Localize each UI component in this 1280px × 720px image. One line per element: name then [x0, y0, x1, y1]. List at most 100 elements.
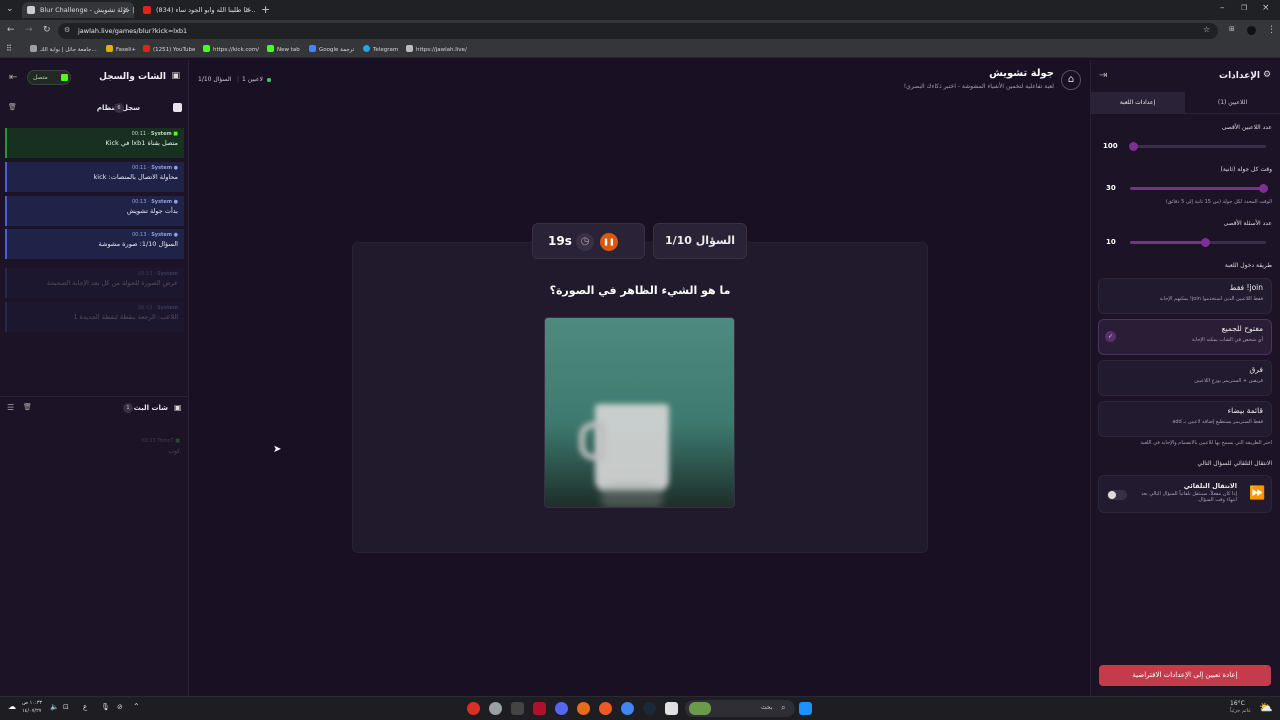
- window-close-icon[interactable]: ×: [1262, 3, 1270, 13]
- reload-icon[interactable]: ↻: [43, 25, 51, 35]
- question-label-badge: السؤال 1/10: [653, 223, 747, 259]
- chevron-up-icon[interactable]: ⌃: [133, 702, 140, 711]
- check-icon: ✓: [1105, 331, 1116, 342]
- trash-icon[interactable]: 🗑: [8, 103, 17, 111]
- brave-icon[interactable]: [599, 702, 612, 715]
- clock-time[interactable]: ١٠:٣٣ ص: [22, 700, 42, 706]
- forward-icon[interactable]: →: [25, 25, 33, 35]
- discord-icon[interactable]: [555, 702, 568, 715]
- microphone-icon[interactable]: 🎙: [101, 703, 110, 711]
- tab-blur-challenge[interactable]: Blur Challenge - جولة تشويش | ×: [22, 2, 134, 18]
- minimize-icon[interactable]: –: [1220, 3, 1225, 13]
- auto-next-toggle[interactable]: [1107, 490, 1127, 500]
- back-icon[interactable]: ←: [7, 25, 15, 35]
- bookmark-item[interactable]: https://jawlah.live/: [406, 45, 467, 53]
- tab-youtube[interactable]: (834) حنا طلبنا الله وابو الجود ساء... ×: [138, 2, 256, 18]
- log-entry: 00:13 · System ● السؤال 1/10: صورة مشوشة: [5, 229, 184, 259]
- bookmark-item[interactable]: Telegram: [363, 45, 398, 53]
- panel-title: الشات والسجل: [99, 72, 166, 82]
- apps-grid-icon[interactable]: ⠿: [6, 44, 12, 53]
- clock-date[interactable]: ١٤/٠٧/٢٧: [22, 708, 41, 714]
- network-icon[interactable]: ⊡: [63, 703, 69, 711]
- site-info-icon[interactable]: ⚙: [64, 26, 70, 34]
- url-text: jawlah.live/games/blur?kick=lxb1: [78, 27, 188, 35]
- file-explorer-icon[interactable]: [665, 702, 678, 715]
- clock-icon: ◷: [576, 233, 594, 251]
- max-questions-value: 10: [1106, 238, 1116, 246]
- menu-icon[interactable]: ⋮: [1267, 25, 1276, 35]
- toggle-knob: [1108, 491, 1116, 499]
- slider-thumb[interactable]: [1128, 142, 1138, 151]
- tab-title: Blur Challenge - جولة تشويش |: [40, 6, 134, 14]
- chrome-icon[interactable]: [621, 702, 634, 715]
- round-time-label: وقت كل جولة (ثانية): [1220, 166, 1272, 173]
- weather-icon[interactable]: ☁: [8, 702, 16, 711]
- url-field[interactable]: ⚙ jawlah.live/games/blur?kick=lxb1 ☆: [58, 23, 1218, 39]
- close-icon[interactable]: ×: [244, 5, 251, 14]
- bookmark-item[interactable]: Faseli+: [106, 45, 136, 53]
- close-icon[interactable]: ×: [122, 5, 129, 14]
- new-tab-icon[interactable]: +: [261, 3, 270, 16]
- tab-title: (834) حنا طلبنا الله وابو الجود ساء...: [156, 6, 256, 14]
- firefox-icon[interactable]: [577, 702, 590, 715]
- tab-game-settings[interactable]: إعدادات اللعبة: [1090, 92, 1185, 114]
- reset-defaults-button[interactable]: إعادة تعيين إلى الإعدادات الافتراضية: [1099, 665, 1271, 686]
- round-time-value: 30: [1106, 184, 1116, 192]
- chat-icon: ▣: [171, 71, 180, 81]
- mode-option-whitelist[interactable]: قائمة بيضاء فقط الستريمر يستطيع إضافة لا…: [1098, 401, 1272, 437]
- globe-icon: [30, 45, 37, 52]
- collapse-panel-icon[interactable]: ⇥: [1099, 70, 1107, 81]
- pause-button[interactable]: ❚❚: [600, 233, 618, 251]
- jawlah-favicon-icon: [27, 6, 35, 14]
- input-language[interactable]: ع: [83, 703, 87, 711]
- round-time-slider[interactable]: [1130, 184, 1269, 193]
- taskbar-search[interactable]: بحث ⌕: [685, 700, 795, 717]
- app-icon[interactable]: [467, 702, 480, 715]
- search-highlight-image: [689, 702, 711, 715]
- max-questions-slider[interactable]: [1130, 238, 1266, 247]
- windows-start-icon[interactable]: [799, 702, 812, 715]
- partly-cloudy-icon[interactable]: ⛅: [1259, 701, 1273, 714]
- mode-option-teams[interactable]: فرق فريقين + الستريمر يوزع اللاعبين: [1098, 360, 1272, 396]
- bookmark-item[interactable]: (1251) YouTube: [143, 45, 195, 53]
- mode-hint: اختر الطريقة التي يسمح بها للاعبين بالان…: [1140, 440, 1272, 446]
- extensions-icon[interactable]: ⊞: [1229, 25, 1235, 33]
- home-button[interactable]: ⌂: [1061, 70, 1081, 90]
- log-entry: 00:13 · System ● بدأت جولة تشويش: [5, 196, 184, 226]
- steam-icon[interactable]: [643, 702, 656, 715]
- max-players-value: 100: [1103, 142, 1118, 150]
- mode-option-open[interactable]: ✓ مفتوح للجميع أي شخص في الشات يمكنه الإ…: [1098, 319, 1272, 355]
- collapse-panel-icon[interactable]: ⇤: [9, 72, 17, 83]
- notifications-off-icon[interactable]: ⊘: [117, 703, 123, 711]
- tab-players[interactable]: اللاعبين (1): [1185, 92, 1280, 114]
- google-translate-icon: [309, 45, 316, 52]
- auto-next-card: الانتقال التلقائي إذا كان مفعلاً، سينتقل…: [1098, 475, 1272, 513]
- volume-icon[interactable]: 🔈: [50, 703, 59, 711]
- settings-app-icon[interactable]: [489, 702, 502, 715]
- faselhd-icon: [106, 45, 113, 52]
- maximize-icon[interactable]: ❐: [1241, 4, 1247, 12]
- bookmark-item[interactable]: جامعة حائل | بوابة الك...: [30, 45, 97, 53]
- max-players-slider[interactable]: [1128, 142, 1266, 151]
- tab-list-icon[interactable]: ⌄: [6, 4, 14, 14]
- weather-desc[interactable]: غائم جزئياً: [1230, 708, 1251, 714]
- log-entry: 00:13 · System اللاعب: الرجعة بنقطة لنقط…: [5, 302, 184, 332]
- slider-fill: [1130, 187, 1264, 190]
- bookmark-star-icon[interactable]: ☆: [1203, 25, 1210, 34]
- trash-icon[interactable]: 🗑: [23, 403, 32, 411]
- filter-icon[interactable]: ☰: [7, 403, 14, 412]
- info-icon: ●: [173, 165, 178, 171]
- bookmark-item[interactable]: https://kick.com/: [203, 45, 259, 53]
- profile-avatar[interactable]: [1247, 26, 1256, 35]
- acrobat-icon[interactable]: [533, 702, 546, 715]
- calculator-icon[interactable]: [511, 702, 524, 715]
- weather-temp[interactable]: 16°C: [1230, 700, 1245, 707]
- bookmark-item[interactable]: New tab: [267, 45, 300, 53]
- bookmark-item[interactable]: Google ترجمة: [309, 45, 354, 53]
- slider-thumb[interactable]: [1200, 238, 1210, 247]
- info-icon: ●: [173, 199, 178, 205]
- mode-option-join[interactable]: join! فقط فقط اللاعبين الذين استخدموا jo…: [1098, 278, 1272, 314]
- mode-title: join! فقط: [1229, 283, 1263, 292]
- mode-desc: فقط الستريمر يستطيع إضافة لاعبين بـ add: [1172, 419, 1263, 425]
- auto-next-label: الانتقال التلقائي للسؤال التالي: [1197, 460, 1272, 467]
